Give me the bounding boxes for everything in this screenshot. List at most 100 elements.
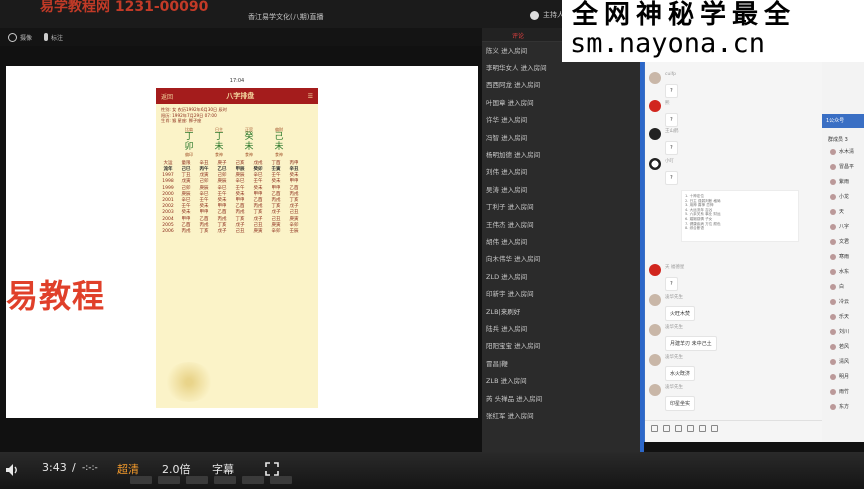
member-entry[interactable]: 寒雨: [830, 253, 849, 260]
luck-cycle-grid: 大运 童限 辛丑 庚子 己亥 戊戌 丁酉 丙申 流年 己巳 丙午 乙巳 甲辰 癸卯 壬寅 辛丑 1997 丁丑 戊寅…: [161, 161, 313, 235]
message-bubble[interactable]: ?: [665, 113, 678, 127]
member-entry[interactable]: 刘川: [830, 328, 849, 335]
user-avatar[interactable]: [649, 264, 661, 276]
quality-button[interactable]: 超清: [117, 461, 139, 477]
more-icon[interactable]: [711, 425, 718, 432]
pillar-year: 比肩 丁 卯 偏印: [179, 127, 199, 157]
phone-back-button: 返回: [161, 93, 174, 101]
user-avatar[interactable]: [649, 128, 661, 140]
sender-name: cuifp: [665, 72, 677, 77]
watermark-url: sm.nayona.cn: [570, 28, 766, 59]
phone-chart-body: 性别: 女 农历1992年6月30日 辰时 阳历: 1992年7月29日 07:…: [156, 104, 318, 238]
member-entry[interactable]: 东方: [830, 403, 849, 410]
user-avatar[interactable]: [649, 384, 661, 396]
host-avatar-icon: [530, 10, 539, 20]
time-separator: /: [72, 461, 76, 474]
image-icon[interactable]: [687, 425, 694, 432]
comment-item: 丁利子 进入房间: [486, 203, 534, 212]
member-entry[interactable]: 紫雨: [830, 178, 849, 185]
member-entry[interactable]: 小龙: [830, 193, 849, 200]
chat-message: cuifp?: [649, 72, 678, 98]
message-bubble[interactable]: 印星坐实: [665, 396, 696, 411]
taskbar-app[interactable]: [186, 476, 208, 484]
message-bubble[interactable]: ?: [665, 277, 678, 291]
member-avatar: [830, 343, 836, 350]
member-entry[interactable]: 若风: [830, 343, 849, 350]
taskbar-app[interactable]: [270, 476, 292, 484]
annotate-button[interactable]: 标注: [44, 33, 63, 42]
user-avatar[interactable]: [649, 100, 661, 112]
member-entry[interactable]: 水木清: [830, 148, 854, 155]
member-entry[interactable]: 清风: [830, 358, 849, 365]
taskbar-app[interactable]: [158, 476, 180, 484]
member-entry[interactable]: 乐天: [830, 313, 849, 320]
message-bubble[interactable]: 水火既济: [665, 366, 696, 381]
taskbar-app[interactable]: [130, 476, 152, 484]
message-bubble[interactable]: ?: [665, 84, 678, 98]
pillar-bottom-label: 食神: [245, 151, 253, 157]
message-content: cuifp?: [665, 72, 678, 98]
member-avatar: [830, 223, 836, 230]
comment-item: 胡伟 进入房间: [486, 237, 528, 246]
volume-icon[interactable]: [4, 462, 20, 478]
user-avatar[interactable]: [649, 294, 661, 306]
message-bubble[interactable]: ?: [665, 171, 678, 185]
grid-cell: 丙戌: [181, 229, 191, 235]
message-bubble[interactable]: ?: [665, 141, 678, 155]
chat-message: 凌华先生 火旺木焚: [649, 294, 696, 321]
member-avatar: [830, 193, 836, 200]
message-bubble[interactable]: 月建羊刃 未中己土: [665, 336, 717, 351]
folder-icon[interactable]: [675, 425, 682, 432]
member-avatar: [830, 403, 836, 410]
emoji-icon[interactable]: [651, 425, 658, 432]
member-name: 水木清: [839, 149, 855, 155]
member-entry[interactable]: 文君: [830, 238, 849, 245]
member-avatar: [830, 238, 836, 245]
member-entry[interactable]: 天: [830, 208, 844, 215]
chat-message: 凌华先生 月建羊刃 未中己土: [649, 324, 717, 351]
phone-app-header: 返回 八字排盘 ☰: [156, 88, 318, 104]
chat-message: 小叮?: [649, 158, 678, 185]
member-entry[interactable]: 水东: [830, 268, 849, 275]
member-entry[interactable]: 冒昌平: [830, 163, 854, 170]
taskbar-app[interactable]: [242, 476, 264, 484]
speed-button[interactable]: 2.0倍: [162, 461, 191, 477]
group-chat-panel: cuifp? 熙? 王山鹤? 小叮? 1. 十神定位 2. 日主 强弱判断 格局 3. 用…: [644, 62, 822, 442]
camera-button[interactable]: 摄像: [8, 32, 32, 42]
user-avatar[interactable]: [649, 354, 661, 366]
member-entry[interactable]: 八字: [830, 223, 849, 230]
pillar-stem: 丁: [184, 131, 194, 142]
sender-name: 凌华先生: [665, 295, 683, 300]
member-name: 冷云: [839, 299, 850, 305]
chat-message: 凌华先生 印星坐实: [649, 384, 696, 411]
group-member-list: 1公众号 群成员 3 水木清 冒昌平 紫雨 小龙天八字 文君 寒雨 水东白冷云 乐天 刘川 若风清…: [822, 62, 864, 442]
fullscreen-icon[interactable]: [265, 462, 279, 476]
watermark-line-1: 全网神秘学最全: [572, 0, 797, 30]
shared-document-preview[interactable]: 1. 十神定位 2. 日主 强弱判断 格局 3. 用神 喜神 忌神 4. 大运流年 吉…: [681, 190, 799, 242]
top-watermark: 易学教程网 1231-00090: [40, 0, 209, 15]
tab-comments[interactable]: 评论: [512, 31, 524, 40]
member-list-title: 群成员 3: [828, 137, 848, 143]
pin-icon: [44, 33, 49, 41]
chat-message: 天 福德星?: [649, 264, 684, 291]
member-avatar: [830, 373, 836, 380]
message-bubble[interactable]: 火旺木焚: [665, 306, 696, 321]
user-avatar[interactable]: [649, 324, 661, 336]
phone-info-line: 生肖: 猴 星座: 狮子座: [161, 118, 202, 124]
member-name: 天: [839, 209, 845, 215]
subtitle-button[interactable]: 字幕: [212, 461, 234, 477]
site-watermark: 全网神秘学最全 sm.nayona.cn: [562, 0, 864, 62]
chat-message: 王山鹤?: [649, 128, 679, 155]
pillar-bottom-label: 食神: [215, 151, 223, 157]
member-entry[interactable]: 冷云: [830, 298, 849, 305]
user-avatar[interactable]: [649, 72, 661, 84]
member-entry[interactable]: 明月: [830, 373, 849, 380]
video-call-icon[interactable]: [699, 425, 706, 432]
taskbar-strip: [130, 476, 292, 484]
user-avatar[interactable]: [649, 158, 661, 170]
taskbar-app[interactable]: [214, 476, 236, 484]
comment-item: 杨明加德 进入房间: [486, 151, 541, 160]
scissors-icon[interactable]: [663, 425, 670, 432]
member-entry[interactable]: 雨竹: [830, 388, 849, 395]
member-entry[interactable]: 白: [830, 283, 844, 290]
